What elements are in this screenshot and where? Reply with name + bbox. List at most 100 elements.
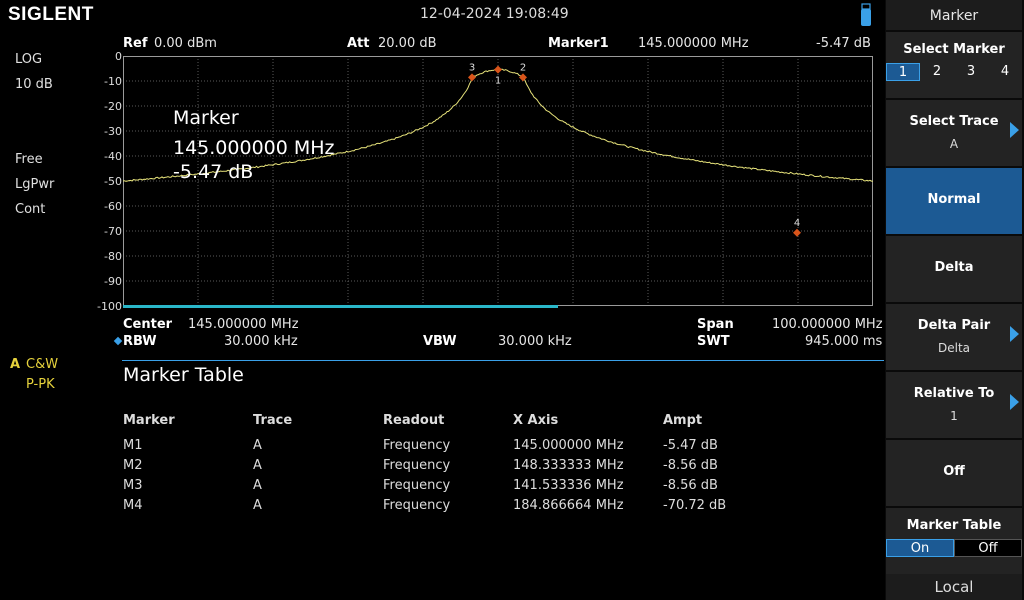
relative-to-value: 1 — [950, 409, 958, 423]
marker-option-4[interactable]: 4 — [988, 63, 1022, 81]
y-tick: -20 — [104, 100, 122, 113]
select-marker-label: Select Marker — [903, 42, 1005, 57]
arrow-right-icon — [1010, 122, 1019, 138]
y-tick: -60 — [104, 200, 122, 213]
center-value: 145.000000 MHz — [188, 317, 299, 332]
att-value: 20.00 dB — [378, 36, 437, 51]
cell-xaxis: 145.000000 MHz — [513, 438, 624, 453]
overlay-title: Marker — [173, 107, 239, 129]
span-label: Span — [697, 317, 734, 332]
cell-marker: M3 — [123, 478, 143, 493]
cell-ampt: -70.72 dB — [663, 498, 727, 513]
marker-table-off[interactable]: Off — [954, 539, 1022, 557]
y-tick: -80 — [104, 250, 122, 263]
marker-table-label: Marker Table — [906, 518, 1002, 533]
marker-label: Marker1 — [548, 36, 609, 51]
cell-readout: Frequency — [383, 498, 451, 513]
marker-label: 2 — [520, 62, 526, 73]
marker-table-button[interactable]: Marker Table On Off — [886, 508, 1022, 574]
select-marker-options: 1 2 3 4 — [886, 61, 1022, 83]
cell-ampt: -5.47 dB — [663, 438, 718, 453]
y-tick: -90 — [104, 275, 122, 288]
y-tick: -50 — [104, 175, 122, 188]
y-tick: 0 — [115, 50, 122, 63]
marker-diamond — [793, 228, 801, 237]
off-button[interactable]: Off — [886, 440, 1022, 506]
vbw-value: 30.000 kHz — [498, 334, 572, 349]
swt-value: 945.000 ms — [805, 334, 883, 349]
cell-ampt: -8.56 dB — [663, 478, 718, 493]
rbw-label: RBW — [123, 334, 157, 349]
span-value: 100.000000 MHz — [772, 317, 883, 332]
marker-option-1[interactable]: 1 — [886, 63, 920, 81]
relative-to-label: Relative To — [913, 386, 995, 401]
marker-label: 3 — [469, 62, 475, 73]
select-trace-label: Select Trace — [909, 114, 999, 129]
arrow-right-icon — [1010, 394, 1019, 410]
select-trace-value: A — [949, 137, 959, 151]
menu-title: Marker — [886, 0, 1022, 30]
delta-pair-value: Delta — [937, 341, 970, 355]
marker-option-3[interactable]: 3 — [954, 63, 988, 81]
swt-label: SWT — [697, 334, 730, 349]
y-tick: -100 — [97, 300, 122, 313]
vbw-label: VBW — [423, 334, 457, 349]
y-tick: -30 — [104, 125, 122, 138]
marker-group: 1 2 3 4 — [468, 62, 801, 237]
cell-marker: M2 — [123, 458, 143, 473]
avg-type: LgPwr — [15, 177, 55, 192]
overlay-ampl: -5.47 dB — [173, 161, 254, 183]
marker-diamond — [468, 73, 477, 82]
scale-type: LOG — [15, 52, 43, 67]
cell-trace: A — [253, 498, 262, 513]
local-button[interactable]: Local — [886, 574, 1022, 600]
trace-letter: A — [10, 357, 21, 372]
normal-label: Normal — [927, 192, 981, 207]
ref-value: 0.00 dBm — [154, 36, 217, 51]
brand-logo: SIGLENT — [8, 4, 94, 25]
col-header-marker: Marker — [123, 413, 175, 428]
overlay-freq: 145.000000 MHz — [173, 137, 335, 159]
spectrum-plot[interactable]: 1 2 3 4 — [123, 56, 873, 312]
cell-trace: A — [253, 478, 262, 493]
marker-table-toggle: On Off — [886, 537, 1022, 559]
att-label: Att — [347, 36, 370, 51]
datetime: 12-04-2024 19:08:49 — [420, 6, 569, 22]
sweep-bar — [123, 305, 558, 308]
marker-diamond — [519, 73, 527, 82]
cell-ampt: -8.56 dB — [663, 458, 718, 473]
trigger-mode: Cont — [15, 202, 46, 217]
col-header-readout: Readout — [383, 413, 445, 428]
cell-trace: A — [253, 438, 262, 453]
marker-label: 4 — [794, 218, 800, 229]
normal-button[interactable]: Normal — [886, 168, 1022, 234]
y-tick: -40 — [104, 150, 122, 163]
cell-xaxis: 184.866664 MHz — [513, 498, 624, 513]
col-header-ampt: Ampt — [663, 413, 703, 428]
off-label: Off — [943, 464, 965, 479]
rbw-indicator-icon — [113, 336, 123, 346]
delta-pair-button[interactable]: Delta Pair Delta — [886, 304, 1022, 370]
select-trace-button[interactable]: Select Trace A — [886, 100, 1022, 166]
marker-table-on[interactable]: On — [886, 539, 954, 557]
marker-label: 1 — [495, 76, 501, 87]
cell-readout: Frequency — [383, 458, 451, 473]
delta-button[interactable]: Delta — [886, 236, 1022, 302]
cell-xaxis: 141.533336 MHz — [513, 478, 624, 493]
relative-to-button[interactable]: Relative To 1 — [886, 372, 1022, 438]
center-label: Center — [123, 317, 173, 332]
sweep-mode: Free — [15, 152, 43, 167]
select-marker-button[interactable]: Select Marker 1 2 3 4 — [886, 32, 1022, 98]
y-tick: -70 — [104, 225, 122, 238]
marker-table-title: Marker Table — [123, 364, 244, 386]
trace-mode: C&W — [26, 357, 59, 372]
arrow-right-icon — [1010, 326, 1019, 342]
usb-icon — [861, 3, 871, 26]
marker-option-2[interactable]: 2 — [920, 63, 954, 81]
ref-label: Ref — [123, 36, 148, 51]
scale-div: 10 dB — [15, 77, 53, 92]
delta-label: Delta — [934, 260, 974, 275]
cell-readout: Frequency — [383, 478, 451, 493]
delta-pair-label: Delta Pair — [917, 318, 991, 333]
trace-detector: P-PK — [26, 377, 55, 392]
